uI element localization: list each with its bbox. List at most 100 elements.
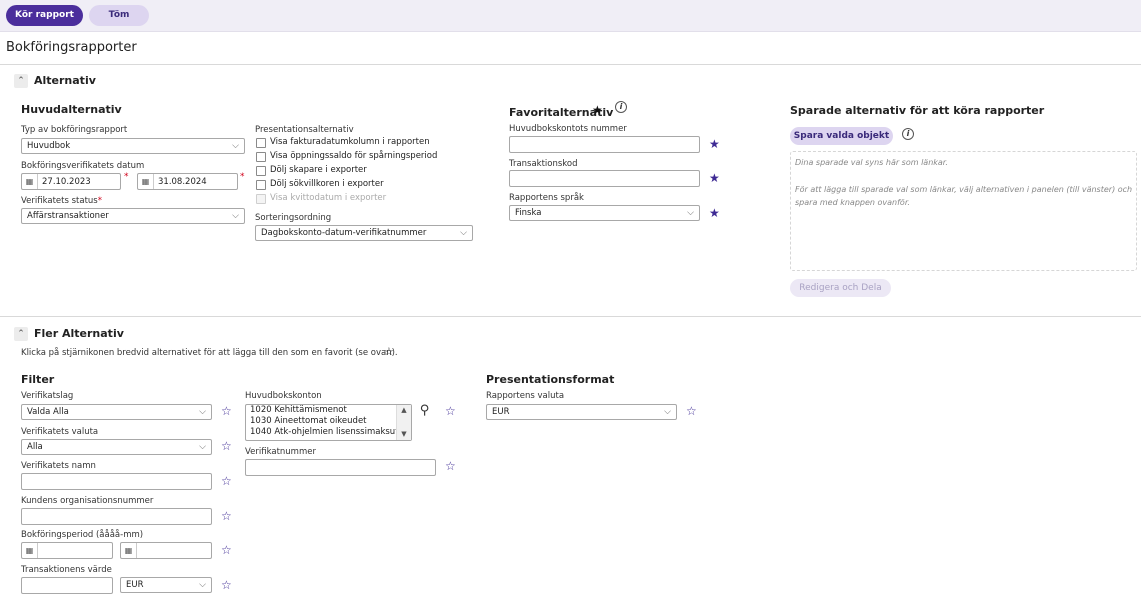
customer-org-input[interactable] — [21, 508, 212, 525]
chevron-up-icon: ⌃ — [17, 76, 25, 86]
calendar-icon[interactable]: ▦ — [121, 543, 137, 558]
list-item[interactable]: 1040 Atk-ohjelmien lisenssimaksut — [246, 427, 411, 438]
saved-options-title: Sparade alternativ för att köra rapporte… — [790, 104, 1045, 117]
calendar-icon[interactable]: ▦ — [22, 543, 38, 558]
star-outline-icon[interactable]: ☆ — [686, 405, 697, 417]
voucher-currency-select[interactable]: Alla ⌵ — [21, 439, 212, 455]
transaction-value-input[interactable] — [21, 577, 113, 594]
list-item[interactable]: 1030 Aineettomat oikeudet — [246, 416, 411, 427]
saved-hint-instructions: För att lägga till sparade val som länka… — [795, 185, 1133, 207]
calendar-icon[interactable]: ▦ — [138, 174, 154, 189]
checkbox-label: Dölj skapare i exporter — [270, 165, 367, 175]
filter-title: Filter — [21, 373, 55, 386]
date-to-field[interactable]: ▦ 31.08.2024 — [137, 173, 238, 190]
transaction-currency-select[interactable]: EUR ⌵ — [120, 577, 212, 593]
voucher-type-label: Verifikatslag — [21, 391, 74, 401]
list-item[interactable]: 1020 Kehittämismenot — [246, 405, 411, 416]
edit-share-button[interactable]: Redigera och Dela — [790, 279, 891, 297]
run-report-button[interactable]: Kör rapport — [6, 5, 83, 26]
report-currency-label: Rapportens valuta — [486, 391, 565, 401]
checkbox-label: Dölj sökvillkoren i exporter — [270, 179, 384, 189]
collapse-alternativ-toggle[interactable]: ⌃ — [14, 74, 28, 88]
saved-links-box — [790, 151, 1137, 271]
period-to-field[interactable]: ▦ — [120, 542, 212, 559]
report-currency-select[interactable]: EUR ⌵ — [486, 404, 677, 420]
scrollbar[interactable]: ▲ ▼ — [396, 405, 411, 440]
voucher-name-input[interactable] — [21, 473, 212, 490]
chevron-down-icon: ⌵ — [664, 407, 671, 417]
required-marker: * — [124, 172, 129, 182]
transaction-code-label: Transaktionskod — [509, 159, 578, 169]
presentation-format-title: Presentationsformat — [486, 373, 615, 386]
ledger-accounts-listbox[interactable]: 1020 Kehittämismenot 1030 Aineettomat oi… — [245, 404, 412, 441]
transaction-code-input[interactable] — [509, 170, 700, 187]
info-icon[interactable]: i — [615, 101, 627, 113]
star-outline-icon[interactable]: ☆ — [221, 405, 232, 417]
calendar-icon[interactable]: ▦ — [22, 174, 38, 189]
search-icon[interactable]: ⚲ — [420, 403, 430, 418]
report-language-select[interactable]: Finska ⌵ — [509, 205, 700, 221]
star-outline-icon[interactable]: ☆ — [221, 440, 232, 452]
checkbox-receipt-date — [256, 194, 266, 204]
chevron-up-icon: ⌃ — [17, 329, 25, 339]
voucher-currency-label: Verifikatets valuta — [21, 427, 99, 437]
voucher-name-label: Verifikatets namn — [21, 461, 96, 471]
period-label: Bokföringsperiod (åååå-mm) — [21, 530, 144, 540]
report-type-label: Typ av bokföringsrapport — [21, 125, 128, 135]
voucher-type-select[interactable]: Valda Alla ⌵ — [21, 404, 212, 420]
star-outline-icon[interactable]: ☆ — [221, 579, 232, 591]
presentation-options-title: Presentationsalternativ — [255, 125, 354, 135]
account-number-label: Huvudbokskontots nummer — [509, 124, 627, 134]
checkbox-label: Visa fakturadatumkolumn i rapporten — [270, 137, 430, 147]
star-outline-icon[interactable]: ☆ — [221, 510, 232, 522]
account-number-input[interactable] — [509, 136, 700, 153]
page-title: Bokföringsrapporter — [6, 40, 137, 55]
star-filled-icon[interactable]: ★ — [709, 138, 720, 150]
clear-button[interactable]: Töm — [89, 5, 149, 26]
star-filled-icon: ★ — [592, 103, 603, 117]
chevron-down-icon: ⌵ — [232, 141, 239, 151]
divider — [0, 64, 1141, 65]
voucher-number-input[interactable] — [245, 459, 436, 476]
status-label: Verifikatets status* — [21, 196, 102, 206]
toolbar — [0, 0, 1141, 32]
report-language-label: Rapportens språk — [509, 193, 584, 203]
info-icon[interactable]: i — [902, 128, 914, 140]
checkbox-opening-balance[interactable] — [256, 152, 266, 162]
collapse-more-options-toggle[interactable]: ⌃ — [14, 327, 28, 341]
date-label: Bokföringsverifikatets datum — [21, 161, 145, 171]
status-select[interactable]: Affärstransaktioner ⌵ — [21, 208, 245, 224]
save-selected-button[interactable]: Spara valda objekt — [790, 127, 893, 145]
chevron-down-icon: ⌵ — [232, 211, 239, 221]
star-outline-icon[interactable]: ☆ — [221, 544, 232, 556]
chevron-down-icon: ⌵ — [199, 442, 206, 452]
chevron-down-icon: ⌵ — [199, 580, 206, 590]
checkbox-hide-search-criteria[interactable] — [256, 180, 266, 190]
required-marker: * — [240, 172, 245, 182]
star-outline-icon[interactable]: ☆ — [221, 475, 232, 487]
voucher-number-label: Verifikatnummer — [245, 447, 316, 457]
report-type-select[interactable]: Huvudbok ⌵ — [21, 138, 245, 154]
checkbox-hide-creator[interactable] — [256, 166, 266, 176]
star-outline-icon[interactable]: ☆ — [445, 405, 456, 417]
chevron-down-icon: ⌵ — [460, 228, 467, 238]
chevron-down-icon: ⌵ — [687, 208, 694, 218]
sort-select[interactable]: Dagbokskonto-datum-verifikatnummer ⌵ — [255, 225, 473, 241]
section-title-more-options: Fler Alternativ — [34, 327, 124, 340]
section-title-alternativ: Alternativ — [34, 74, 96, 87]
star-outline-icon[interactable]: ☆ — [445, 460, 456, 472]
checkbox-label: Visa kvittodatum i exporter — [270, 193, 387, 203]
star-filled-icon[interactable]: ★ — [709, 172, 720, 184]
star-filled-icon[interactable]: ★ — [709, 207, 720, 219]
chevron-down-icon: ⌵ — [199, 407, 206, 417]
date-from-field[interactable]: ▦ 27.10.2023 — [21, 173, 121, 190]
checkbox-label: Visa öppningssaldo för spårningsperiod — [270, 151, 438, 161]
checkbox-invoice-date[interactable] — [256, 138, 266, 148]
sort-label: Sorteringsordning — [255, 213, 332, 223]
star-outline-icon: ☆ — [384, 345, 394, 358]
main-options-title: Huvudalternativ — [21, 103, 122, 116]
saved-hint: Dina sparade val syns här som länkar. — [795, 158, 948, 167]
transaction-value-label: Transaktionens värde — [21, 565, 112, 575]
period-from-field[interactable]: ▦ — [21, 542, 113, 559]
ledger-accounts-label: Huvudbokskonton — [245, 391, 322, 401]
